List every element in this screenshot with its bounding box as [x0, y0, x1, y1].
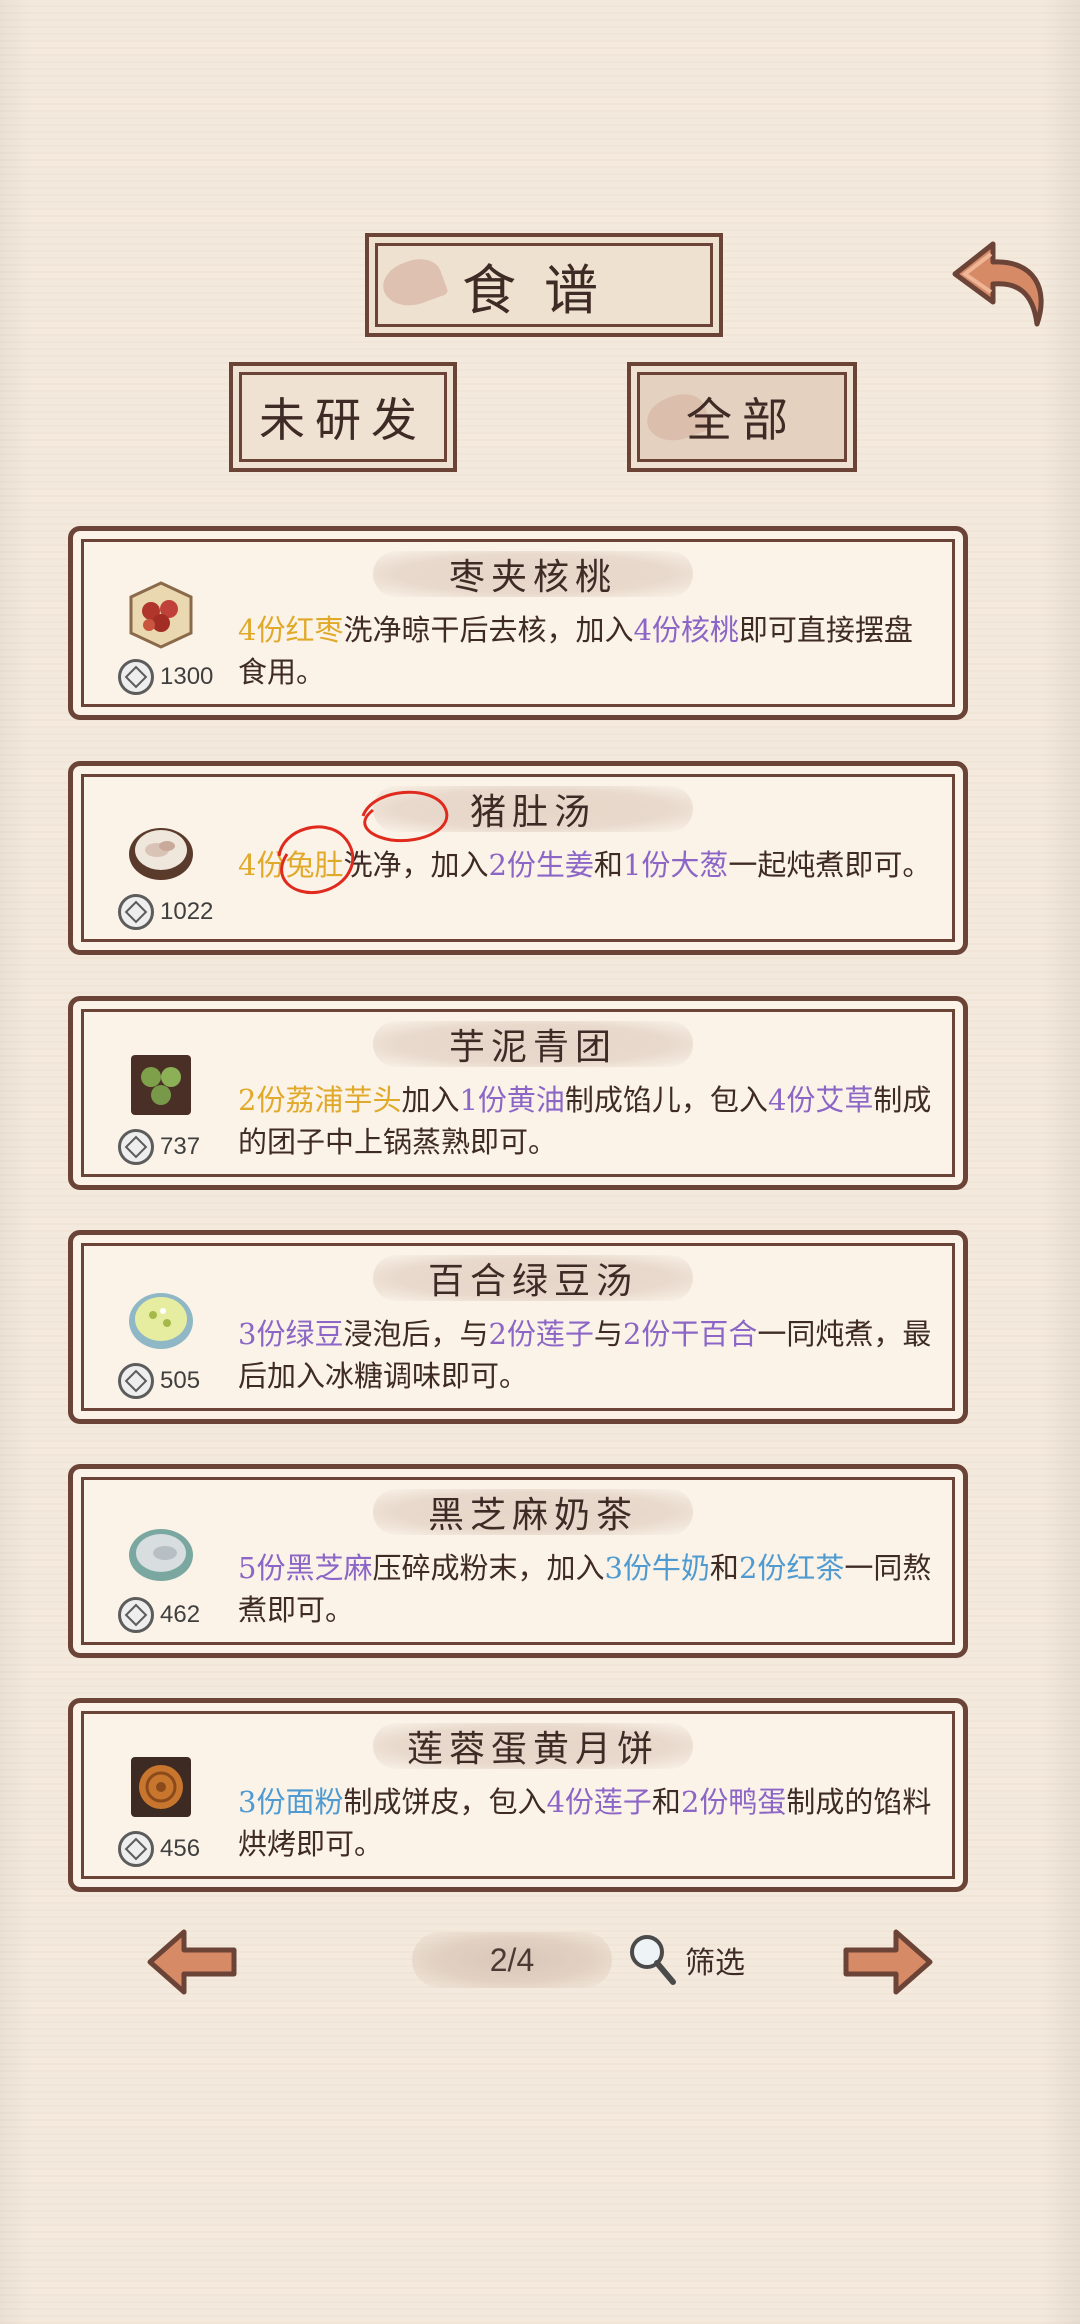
- back-button[interactable]: [945, 232, 1055, 332]
- ingredient-highlight: 3份绿豆: [238, 1317, 344, 1351]
- recipe-book-title: 食谱: [365, 233, 723, 337]
- recipe-description: 2份荔浦芋头加入1份黄油制成馅儿，包入4份艾草制成的团子中上锅蒸熟即可。: [238, 1079, 938, 1163]
- recipe-name: 百合绿豆汤: [373, 1255, 693, 1302]
- ingredient-highlight: 3份面粉: [238, 1785, 344, 1819]
- price-value: 456: [160, 1835, 201, 1862]
- recipe-price: 1022: [118, 892, 213, 932]
- recipe-card[interactable]: 猪肚汤 1022 4份兔肚洗净，加入2份生姜和1份大葱一起炖煮即可。: [68, 761, 968, 955]
- pagination-bar: 2/4 筛选: [0, 1922, 1080, 2002]
- recipe-card[interactable]: 莲蓉蛋黄月饼 456 3份面粉制成饼皮，包入4份莲子和2份鸭蛋制成的馅料烘烤即可。: [68, 1698, 968, 1892]
- recipe-price: 505: [118, 1361, 200, 1401]
- coin-icon: [118, 659, 154, 695]
- ingredient-highlight: 2份红茶: [738, 1551, 845, 1585]
- ingredient-highlight: 4份兔肚: [238, 848, 344, 882]
- recipe-price: 456: [118, 1829, 200, 1869]
- description-text: 制成饼皮，包入: [343, 1785, 547, 1819]
- next-page-button[interactable]: [838, 1922, 938, 2002]
- description-text: 加入: [401, 1083, 460, 1117]
- tab-undeveloped[interactable]: 未研发: [229, 362, 457, 472]
- recipe-description: 4份兔肚洗净，加入2份生姜和1份大葱一起炖煮即可。: [238, 844, 938, 886]
- leaf-decoration-icon: [377, 252, 449, 314]
- price-value: 1022: [160, 898, 214, 925]
- ingredient-highlight: 1份黄油: [459, 1083, 565, 1117]
- magnifier-icon: [630, 1935, 676, 1985]
- recipe-card[interactable]: 黑芝麻奶茶 462 5份黑芝麻压碎成粉末，加入3份牛奶和2份红茶一同熬煮即可。: [68, 1464, 968, 1658]
- coin-icon: [118, 894, 154, 930]
- prev-page-button[interactable]: [142, 1922, 242, 2002]
- coin-icon: [118, 1597, 154, 1633]
- ingredient-highlight: 2份生姜: [488, 848, 594, 882]
- page-title: 食谱: [462, 258, 626, 322]
- recipe-description: 4份红枣洗净晾干后去核，加入4份核桃即可直接摆盘食用。: [238, 609, 938, 693]
- price-value: 1300: [160, 663, 214, 690]
- description-text: 和: [709, 1551, 739, 1585]
- coin-icon: [118, 1129, 154, 1165]
- ingredient-highlight: 3份牛奶: [604, 1551, 710, 1585]
- jujube-walnut-plate-icon: [125, 579, 197, 651]
- tab-all[interactable]: 全部: [627, 362, 857, 472]
- pork-tripe-soup-pot-icon: [125, 814, 197, 886]
- ingredient-highlight: 4份红枣: [238, 613, 344, 647]
- undo-arrow-icon: [952, 241, 1044, 327]
- ingredient-highlight: 2份鸭蛋: [680, 1785, 787, 1819]
- sesame-milk-tea-bowl-icon: [125, 1517, 197, 1589]
- filter-label: 筛选: [685, 1946, 745, 1981]
- ingredient-highlight: 1份大葱: [622, 848, 729, 882]
- description-text: 洗净，加入: [343, 848, 489, 882]
- recipe-name: 枣夹核桃: [373, 551, 693, 598]
- description-text: 浸泡后，与: [343, 1317, 489, 1351]
- recipe-name: 黑芝麻奶茶: [373, 1489, 693, 1536]
- description-text: 和: [593, 848, 623, 882]
- ingredient-highlight: 4份核桃: [633, 613, 739, 647]
- green-rice-ball-plate-icon: [125, 1049, 197, 1121]
- description-text: 洗净晾干后去核，加入: [343, 613, 634, 647]
- recipe-price: 737: [118, 1127, 200, 1167]
- price-value: 462: [160, 1601, 201, 1628]
- recipe-description: 5份黑芝麻压碎成粉末，加入3份牛奶和2份红茶一同熬煮即可。: [238, 1547, 938, 1631]
- arrow-left-icon: [147, 1929, 237, 1995]
- recipe-description: 3份面粉制成饼皮，包入4份莲子和2份鸭蛋制成的馅料烘烤即可。: [238, 1781, 938, 1865]
- ingredient-highlight: 4份艾草: [767, 1083, 874, 1117]
- filter-button[interactable]: 筛选: [625, 1930, 765, 1990]
- ingredient-highlight: 4份莲子: [546, 1785, 652, 1819]
- description-text: 一起炖煮即可。: [728, 848, 932, 882]
- recipe-name: 莲蓉蛋黄月饼: [373, 1723, 693, 1770]
- description-text: 制成馅儿，包入: [564, 1083, 768, 1117]
- tab-undeveloped-label: 未研发: [259, 393, 427, 447]
- ingredient-highlight: 5份黑芝麻: [238, 1551, 373, 1585]
- recipe-price: 1300: [118, 657, 213, 697]
- description-text: 压碎成粉末，加入: [372, 1551, 605, 1585]
- recipe-card[interactable]: 枣夹核桃 1300 4份红枣洗净晾干后去核，加入4份核桃即可直接摆盘食用。: [68, 526, 968, 720]
- price-value: 737: [160, 1133, 201, 1160]
- price-value: 505: [160, 1367, 201, 1394]
- mooncake-plate-icon: [125, 1751, 197, 1823]
- recipe-card[interactable]: 百合绿豆汤 505 3份绿豆浸泡后，与2份莲子与2份干百合一同炖煮，最后加入冰糖调味…: [68, 1230, 968, 1424]
- recipe-price: 462: [118, 1595, 200, 1635]
- recipe-card[interactable]: 芋泥青团 737 2份荔浦芋头加入1份黄油制成馅儿，包入4份艾草制成的团子中上锅蒸熟…: [68, 996, 968, 1190]
- recipe-name: 猪肚汤: [373, 786, 693, 833]
- recipe-description: 3份绿豆浸泡后，与2份莲子与2份干百合一同炖煮，最后加入冰糖调味即可。: [238, 1313, 938, 1397]
- description-text: 和: [651, 1785, 681, 1819]
- ingredient-highlight: 2份干百合: [622, 1317, 758, 1351]
- description-text: 与: [593, 1317, 623, 1351]
- mung-bean-soup-bowl-icon: [125, 1283, 197, 1355]
- arrow-right-icon: [843, 1929, 933, 1995]
- tab-all-label: 全部: [686, 393, 798, 447]
- recipe-name: 芋泥青团: [373, 1021, 693, 1068]
- coin-icon: [118, 1831, 154, 1867]
- page-indicator: 2/4: [412, 1932, 612, 1988]
- ingredient-highlight: 2份莲子: [488, 1317, 594, 1351]
- ingredient-highlight: 2份荔浦芋头: [238, 1083, 402, 1117]
- coin-icon: [118, 1363, 154, 1399]
